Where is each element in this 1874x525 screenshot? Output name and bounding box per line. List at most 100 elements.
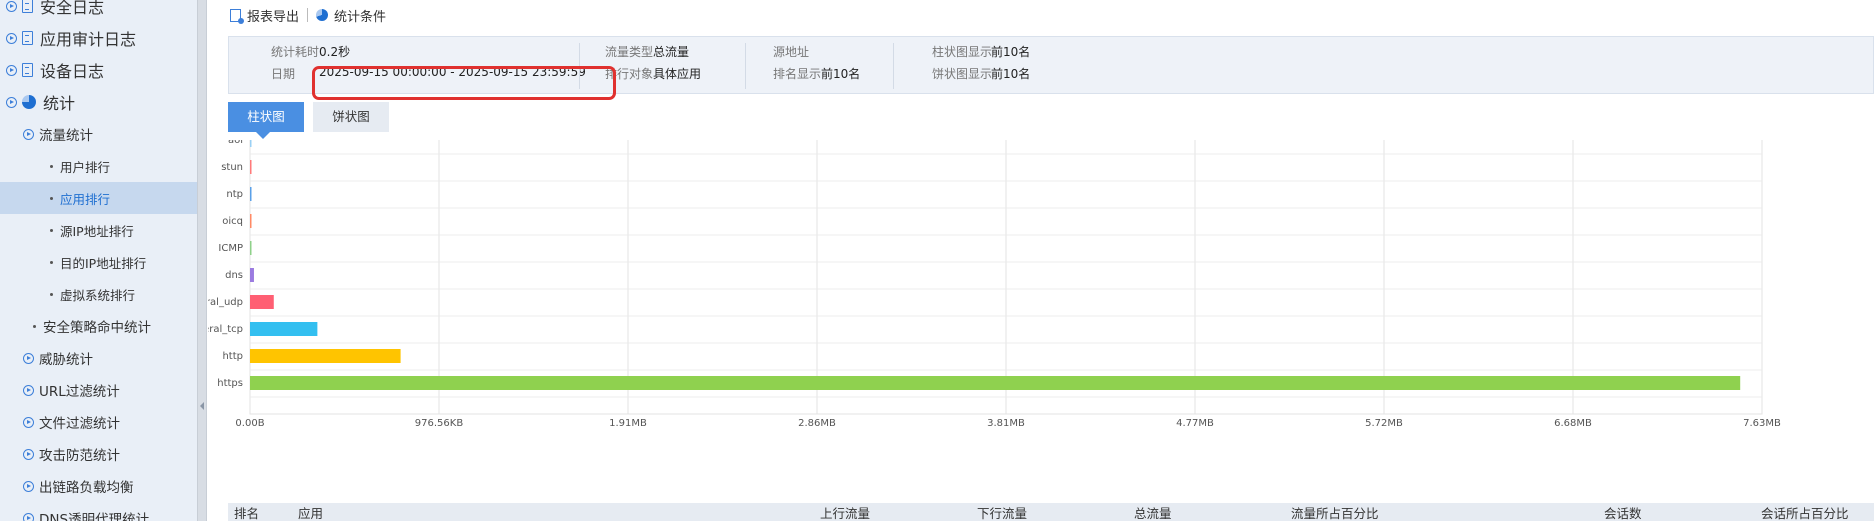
sidebar: 安全日志应用审计日志 设备日志统计流量统计用户排行应用排行源IP地址排行 目的IP地… bbox=[0, 0, 197, 521]
sidebar-item[interactable]: 源IP地址排行 bbox=[0, 214, 197, 246]
sidebar-item-label: 安全日志 bbox=[40, 0, 105, 17]
sidebar-item-label: 攻击防范统计 bbox=[39, 448, 120, 464]
header-total[interactable]: 总流量 bbox=[1134, 503, 1172, 525]
toolbar: 报表导出 统计条件 bbox=[208, 0, 1874, 30]
sidebar-collapse-handle[interactable] bbox=[197, 0, 207, 521]
elapsed-label: 统计耗时 bbox=[271, 45, 320, 59]
bar bbox=[250, 160, 252, 174]
bar bbox=[250, 187, 252, 201]
bar bbox=[250, 241, 252, 255]
main-panel: 报表导出 统计条件 统计耗时 0.2秒 日期 2025-09-15 00:00:… bbox=[208, 0, 1874, 521]
bar bbox=[250, 376, 1741, 390]
bar-chart-svg: 0.00B 976.56KB 1.91MB 2.86MB 3.81MB 4.77MB 5.7… bbox=[208, 140, 1781, 429]
sidebar-item[interactable]: 设备日志 bbox=[0, 54, 197, 86]
bar-display-value: 前10名 bbox=[991, 45, 1031, 59]
info-divider bbox=[745, 43, 746, 89]
pie-display-value: 前10名 bbox=[991, 67, 1031, 81]
sidebar-item-label: 源IP地址排行 bbox=[60, 223, 134, 239]
sidebar-item[interactable]: 安全策略命中统计 bbox=[0, 310, 197, 342]
sidebar-item[interactable]: 目的IP地址排行 bbox=[0, 246, 197, 278]
sidebar-item[interactable]: 应用排行 bbox=[0, 182, 197, 214]
sidebar-item-label: 安全策略命中统计 bbox=[43, 320, 151, 336]
sidebar-item[interactable]: DNS透明代理统计 bbox=[0, 502, 197, 521]
x-tick-label: 5.72MB bbox=[1365, 418, 1403, 429]
sidebar-item[interactable]: 文件过滤统计 bbox=[0, 406, 197, 438]
category-label: https bbox=[217, 378, 243, 389]
traffic-type-value: 总流量 bbox=[653, 45, 690, 59]
conditions-label: 统计条件 bbox=[334, 9, 387, 25]
sidebar-item[interactable]: 统计 bbox=[0, 86, 197, 118]
sidebar-item-label: 应用排行 bbox=[60, 191, 111, 207]
sidebar-item-label: 应用审计日志 bbox=[40, 30, 137, 49]
export-icon bbox=[230, 8, 244, 24]
rank-display-label: 排名显示 bbox=[773, 67, 822, 81]
tab-pie-chart[interactable]: 饼状图 bbox=[313, 102, 389, 132]
tab-bar-chart[interactable]: 柱状图 bbox=[228, 102, 304, 139]
category-label: stun bbox=[221, 162, 243, 173]
sidebar-item[interactable]: 攻击防范统计 bbox=[0, 438, 197, 470]
header-download[interactable]: 下行流量 bbox=[977, 503, 1027, 525]
expand-icon bbox=[23, 128, 34, 140]
traffic-type-label: 流量类型 bbox=[605, 45, 654, 59]
header-app[interactable]: 应用 bbox=[298, 503, 323, 525]
bar bbox=[250, 268, 254, 282]
sidebar-item[interactable]: 用户排行 bbox=[0, 150, 197, 182]
expand-icon bbox=[6, 96, 17, 108]
sidebar-item-label: URL过滤统计 bbox=[39, 384, 120, 400]
category-label: oicq bbox=[222, 216, 243, 227]
rank-display-value: 前10名 bbox=[821, 67, 861, 81]
bar-chart: 0.00B 976.56KB 1.91MB 2.86MB 3.81MB 4.77MB 5.7… bbox=[208, 140, 1874, 500]
sidebar-item-label: 出链路负载均衡 bbox=[39, 480, 134, 496]
category-label: aol bbox=[228, 140, 243, 146]
table-header: 排名 应用 上行流量 下行流量 总流量 流量所占百分比 会话数 会话所占百分比 bbox=[228, 503, 1874, 521]
conditions-button[interactable]: 统计条件 bbox=[316, 6, 386, 25]
info-divider bbox=[893, 43, 894, 89]
sidebar-item[interactable]: 应用审计日志 bbox=[0, 22, 197, 54]
document-icon bbox=[22, 31, 33, 45]
x-tick-label: 7.63MB bbox=[1743, 418, 1781, 429]
expand-icon bbox=[23, 448, 34, 460]
rank-object-value: 具体应用 bbox=[653, 67, 702, 81]
sidebar-item-label: 虚拟系统排行 bbox=[60, 287, 136, 303]
header-traffic-percent[interactable]: 流量所占百分比 bbox=[1291, 503, 1379, 525]
header-session-percent[interactable]: 会话所占百分比 bbox=[1761, 503, 1849, 525]
bullet-icon bbox=[33, 324, 36, 328]
header-rank[interactable]: 排名 bbox=[234, 503, 259, 525]
sidebar-item[interactable]: 威胁统计 bbox=[0, 342, 197, 374]
expand-icon bbox=[23, 352, 34, 364]
pie-chart-icon bbox=[316, 9, 329, 21]
sidebar-item[interactable]: 流量统计 bbox=[0, 118, 197, 150]
bar bbox=[250, 214, 252, 228]
category-label: ntp bbox=[226, 189, 243, 200]
bullet-icon bbox=[50, 228, 53, 232]
sidebar-item[interactable]: 虚拟系统排行 bbox=[0, 278, 197, 310]
bullet-icon bbox=[50, 292, 53, 296]
sidebar-item-label: 流量统计 bbox=[39, 128, 93, 144]
bar-display-label: 柱状图显示 bbox=[932, 45, 993, 59]
bullet-icon bbox=[50, 196, 53, 200]
export-report-button[interactable]: 报表导出 bbox=[230, 6, 299, 25]
sidebar-item-label: 目的IP地址排行 bbox=[60, 255, 147, 271]
date-highlight-box bbox=[312, 66, 616, 100]
category-label: dns bbox=[225, 270, 243, 281]
sidebar-item[interactable]: URL过滤统计 bbox=[0, 374, 197, 406]
sidebar-item[interactable]: 出链路负载均衡 bbox=[0, 470, 197, 502]
header-sessions[interactable]: 会话数 bbox=[1604, 503, 1642, 525]
x-tick-label: 4.77MB bbox=[1176, 418, 1214, 429]
export-label: 报表导出 bbox=[247, 9, 300, 25]
expand-icon bbox=[23, 416, 34, 428]
x-tick-label: 1.91MB bbox=[609, 418, 647, 429]
bar bbox=[250, 295, 274, 309]
sidebar-item-label: 威胁统计 bbox=[39, 352, 93, 368]
category-label: general_udp bbox=[208, 297, 243, 308]
x-tick-label: 2.86MB bbox=[798, 418, 836, 429]
bar bbox=[250, 349, 401, 363]
x-tick-label: 6.68MB bbox=[1554, 418, 1592, 429]
document-icon bbox=[22, 0, 33, 13]
expand-icon bbox=[23, 480, 34, 492]
sidebar-item-label: 设备日志 bbox=[40, 62, 105, 81]
header-upload[interactable]: 上行流量 bbox=[820, 503, 870, 525]
sidebar-item-label: 用户排行 bbox=[60, 159, 111, 175]
sidebar-item[interactable]: 安全日志 bbox=[0, 0, 197, 22]
expand-icon bbox=[23, 512, 34, 521]
